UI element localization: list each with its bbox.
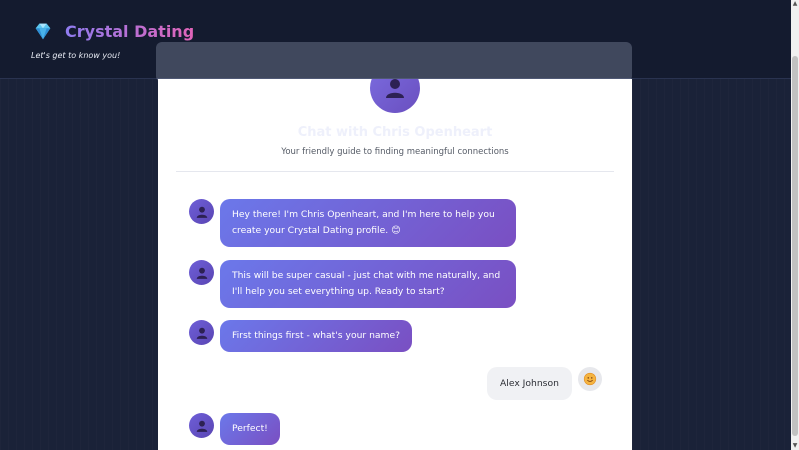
person-icon xyxy=(196,420,207,432)
chat-card: Chat with Chris Openheart Your friendly … xyxy=(158,79,632,450)
diamond-icon xyxy=(35,23,51,40)
message-bubble: Perfect! xyxy=(220,413,280,445)
smiley-icon xyxy=(583,372,597,386)
chat-title: Chat with Chris Openheart xyxy=(297,125,493,140)
page-scrollbar[interactable]: ▲ ▼ xyxy=(791,0,799,450)
user-avatar xyxy=(577,367,602,391)
assistant-avatar xyxy=(370,79,420,113)
bot-avatar xyxy=(189,320,214,345)
divider xyxy=(176,171,614,172)
person-icon xyxy=(196,206,207,218)
message-bubble: Hey there! I'm Chris Openheart, and I'm … xyxy=(220,199,516,247)
bot-message: First things first - what's your name? xyxy=(189,320,413,352)
scroll-up-icon[interactable]: ▲ xyxy=(791,0,799,8)
bot-avatar xyxy=(189,199,214,224)
brand-name: Crystal Dating xyxy=(65,21,195,41)
bot-avatar xyxy=(189,413,214,438)
bot-avatar xyxy=(189,260,214,285)
scroll-down-icon[interactable]: ▼ xyxy=(791,442,799,450)
message-bubble: This will be super casual - just chat wi… xyxy=(220,260,516,308)
message-bubble: Alex Johnson xyxy=(487,367,572,400)
brand[interactable]: Crystal Dating xyxy=(32,20,194,42)
user-message: Alex Johnson xyxy=(487,367,602,400)
bot-message: Hey there! I'm Chris Openheart, and I'm … xyxy=(189,199,516,247)
person-icon xyxy=(386,79,404,98)
bot-message: This will be super casual - just chat wi… xyxy=(189,260,516,308)
person-icon xyxy=(196,327,207,339)
tagline: Let's get to know you! xyxy=(31,51,121,60)
chat-subtitle: Your friendly guide to finding meaningfu… xyxy=(281,147,509,157)
message-bubble: First things first - what's your name? xyxy=(220,320,413,352)
card-header-overlay xyxy=(156,42,632,82)
scrollbar-thumb[interactable] xyxy=(792,56,798,436)
person-icon xyxy=(196,267,207,279)
bot-message: Perfect! xyxy=(189,413,280,445)
